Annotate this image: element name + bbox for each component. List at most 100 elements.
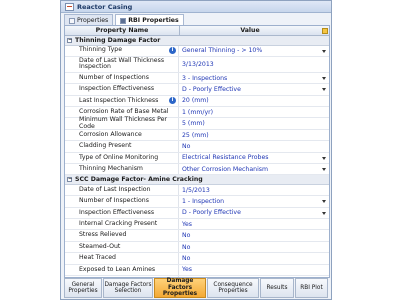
property-row[interactable]: Type of Online Monitoring Electrical Resi… xyxy=(65,152,329,165)
property-name-label: Exposed to Lean Amines xyxy=(79,265,156,273)
property-value[interactable]: Yes xyxy=(179,219,329,229)
property-name: Type of Online Monitoring xyxy=(65,152,179,164)
section-title: Thinning Damage Factor xyxy=(75,36,161,44)
property-name-label: Steamed-Out xyxy=(79,242,121,250)
property-name-label: Thinning Type xyxy=(79,46,123,54)
property-name: Inspection Effectiveness xyxy=(65,84,179,95)
property-value[interactable]: No xyxy=(179,141,329,151)
property-row[interactable]: Number of Inspections 1 - Inspection xyxy=(65,196,329,208)
property-value-text: 3 - Inspections xyxy=(182,74,228,82)
window-app-icon xyxy=(65,2,74,11)
property-value[interactable]: 3/13/2013 xyxy=(179,57,329,72)
property-row[interactable]: Cladding Present No xyxy=(65,141,329,153)
dropdown-arrow-icon[interactable] xyxy=(322,211,326,215)
property-name: Number of Inspections xyxy=(65,72,179,84)
grid-settings-icon xyxy=(321,27,328,34)
section-header[interactable]: − SCC Damage Factor- Amine Cracking xyxy=(65,175,329,185)
property-value[interactable]: D - Poorly Effective xyxy=(179,84,329,94)
section-title: SCC Damage Factor- Amine Cracking xyxy=(75,176,203,184)
property-row[interactable]: Date of Last Wall Thickness Inspection 3/… xyxy=(65,56,329,73)
property-name-label: Thinning Mechanism xyxy=(79,164,143,172)
property-name: Inspection Effectiveness xyxy=(65,207,179,219)
property-row[interactable]: Internal Cracking Present Yes xyxy=(65,219,329,231)
property-name-label: Inspection Effectiveness xyxy=(79,208,155,216)
grid-options-button[interactable] xyxy=(320,26,329,35)
property-value[interactable]: 1 (mm/yr) xyxy=(179,107,329,117)
property-name: Thinning Type i xyxy=(65,45,179,56)
property-row[interactable]: Number of Inspections 3 - Inspections xyxy=(65,72,329,85)
property-value-text: Electrical Resistance Probes xyxy=(182,154,269,162)
collapse-icon[interactable]: − xyxy=(67,37,72,43)
property-row[interactable]: Minimum Wall Thickness Per Code 5 (mm) xyxy=(65,116,329,130)
property-name-label: Date of Last Inspection xyxy=(79,185,151,193)
property-value[interactable]: General Thinning - > 10% xyxy=(179,46,329,56)
tab-rbi-plot[interactable]: RBI Plot xyxy=(295,278,328,298)
tab-general-properties[interactable]: General Properties xyxy=(64,278,102,298)
property-name-label: Heat Traced xyxy=(79,254,116,262)
property-row[interactable]: Heat Traced No xyxy=(65,253,329,265)
dropdown-arrow-icon[interactable] xyxy=(322,200,326,204)
property-value-text: 25 (mm) xyxy=(182,131,209,139)
property-value[interactable]: Yes xyxy=(179,265,329,275)
tab-consequence-properties[interactable]: Consequence Properties xyxy=(207,278,259,298)
property-row[interactable]: Inspection Effectiveness D - Poorly Effec… xyxy=(65,84,329,96)
tab-results[interactable]: Results xyxy=(260,278,294,298)
property-name: Date of Last Inspection xyxy=(65,184,179,196)
dropdown-arrow-icon[interactable] xyxy=(322,77,326,81)
property-name-label: Number of Inspections xyxy=(79,197,149,205)
property-value[interactable]: 20 (mm) xyxy=(179,96,329,106)
property-row[interactable]: Last Inspection Thickness i 20 (mm) xyxy=(65,95,329,108)
property-name: Date of Last Wall Thickness Inspection xyxy=(65,56,179,72)
property-value-text: D - Poorly Effective xyxy=(182,209,241,217)
dropdown-arrow-icon[interactable] xyxy=(322,88,326,92)
property-value[interactable]: 3 - Inspections xyxy=(179,73,329,83)
window-titlebar[interactable]: Reactor Casing xyxy=(61,1,331,13)
dropdown-arrow-icon[interactable] xyxy=(322,156,326,160)
tab-damage-factors-properties[interactable]: Damage Factors Properties xyxy=(154,278,206,298)
property-value[interactable]: 25 (mm) xyxy=(179,130,329,140)
property-name: Corrosion Allowance xyxy=(65,129,179,141)
section-header[interactable]: − Thinning Damage Factor xyxy=(65,36,329,46)
info-icon[interactable]: i xyxy=(169,47,176,55)
property-value-text: Other Corrosion Mechanism xyxy=(182,165,269,173)
property-value-text: No xyxy=(182,232,191,240)
property-value[interactable]: 5 (mm) xyxy=(179,118,329,128)
tab-damage-factors-selection[interactable]: Damage Factors Selection xyxy=(103,278,153,298)
property-value[interactable]: Electrical Resistance Probes xyxy=(179,153,329,163)
property-value-text: 1 (mm/yr) xyxy=(182,108,214,116)
property-row[interactable]: Stress Relieved No xyxy=(65,230,329,242)
property-value-text: No xyxy=(182,142,191,150)
property-value-text: No xyxy=(182,254,191,262)
column-header-value[interactable]: Value xyxy=(180,26,320,35)
property-value-text: D - Poorly Effective xyxy=(182,85,241,93)
property-value[interactable]: 1/5/2013 xyxy=(179,185,329,195)
reactor-casing-window: Reactor Casing Properties RBI Properties… xyxy=(60,0,332,300)
property-name-label: Number of Inspections xyxy=(79,73,149,81)
property-row[interactable]: Date of Last Inspection 1/5/2013 xyxy=(65,184,329,197)
rbi-properties-icon xyxy=(120,17,127,24)
column-header-property-name[interactable]: Property Name xyxy=(65,26,180,35)
property-name-label: Corrosion Rate of Base Metal xyxy=(79,108,169,115)
property-name-label: Internal Cracking Present xyxy=(79,220,158,228)
property-value[interactable]: Other Corrosion Mechanism xyxy=(179,164,329,174)
dropdown-arrow-icon[interactable] xyxy=(322,168,326,172)
property-value-text: 1/5/2013 xyxy=(182,186,210,194)
property-grid: Property Name Value − Thinning Damage Fac… xyxy=(64,25,330,278)
collapse-icon[interactable]: − xyxy=(67,177,72,183)
property-value[interactable]: 1 - Inspection xyxy=(179,196,329,206)
property-value[interactable]: D - Poorly Effective xyxy=(179,208,329,218)
property-row[interactable]: Thinning Type i General Thinning - > 10% xyxy=(65,45,329,57)
property-value[interactable]: No xyxy=(179,242,329,252)
property-name-label: Stress Relieved xyxy=(79,231,127,239)
property-name: Steamed-Out xyxy=(65,241,179,253)
property-value[interactable]: No xyxy=(179,253,329,263)
info-icon[interactable]: i xyxy=(169,97,176,105)
dropdown-arrow-icon[interactable] xyxy=(322,49,326,53)
property-row[interactable]: Exposed to Lean Amines Yes xyxy=(65,264,329,277)
property-row[interactable]: Inspection Effectiveness D - Poorly Effec… xyxy=(65,207,329,220)
property-row[interactable]: Steamed-Out No xyxy=(65,241,329,254)
bottom-tab-strip: General Properties Damage Factors Select… xyxy=(64,278,328,298)
property-row[interactable]: Thinning Mechanism Other Corrosion Mechan… xyxy=(65,164,329,176)
property-row[interactable]: Corrosion Allowance 25 (mm) xyxy=(65,129,329,142)
property-value[interactable]: No xyxy=(179,230,329,240)
